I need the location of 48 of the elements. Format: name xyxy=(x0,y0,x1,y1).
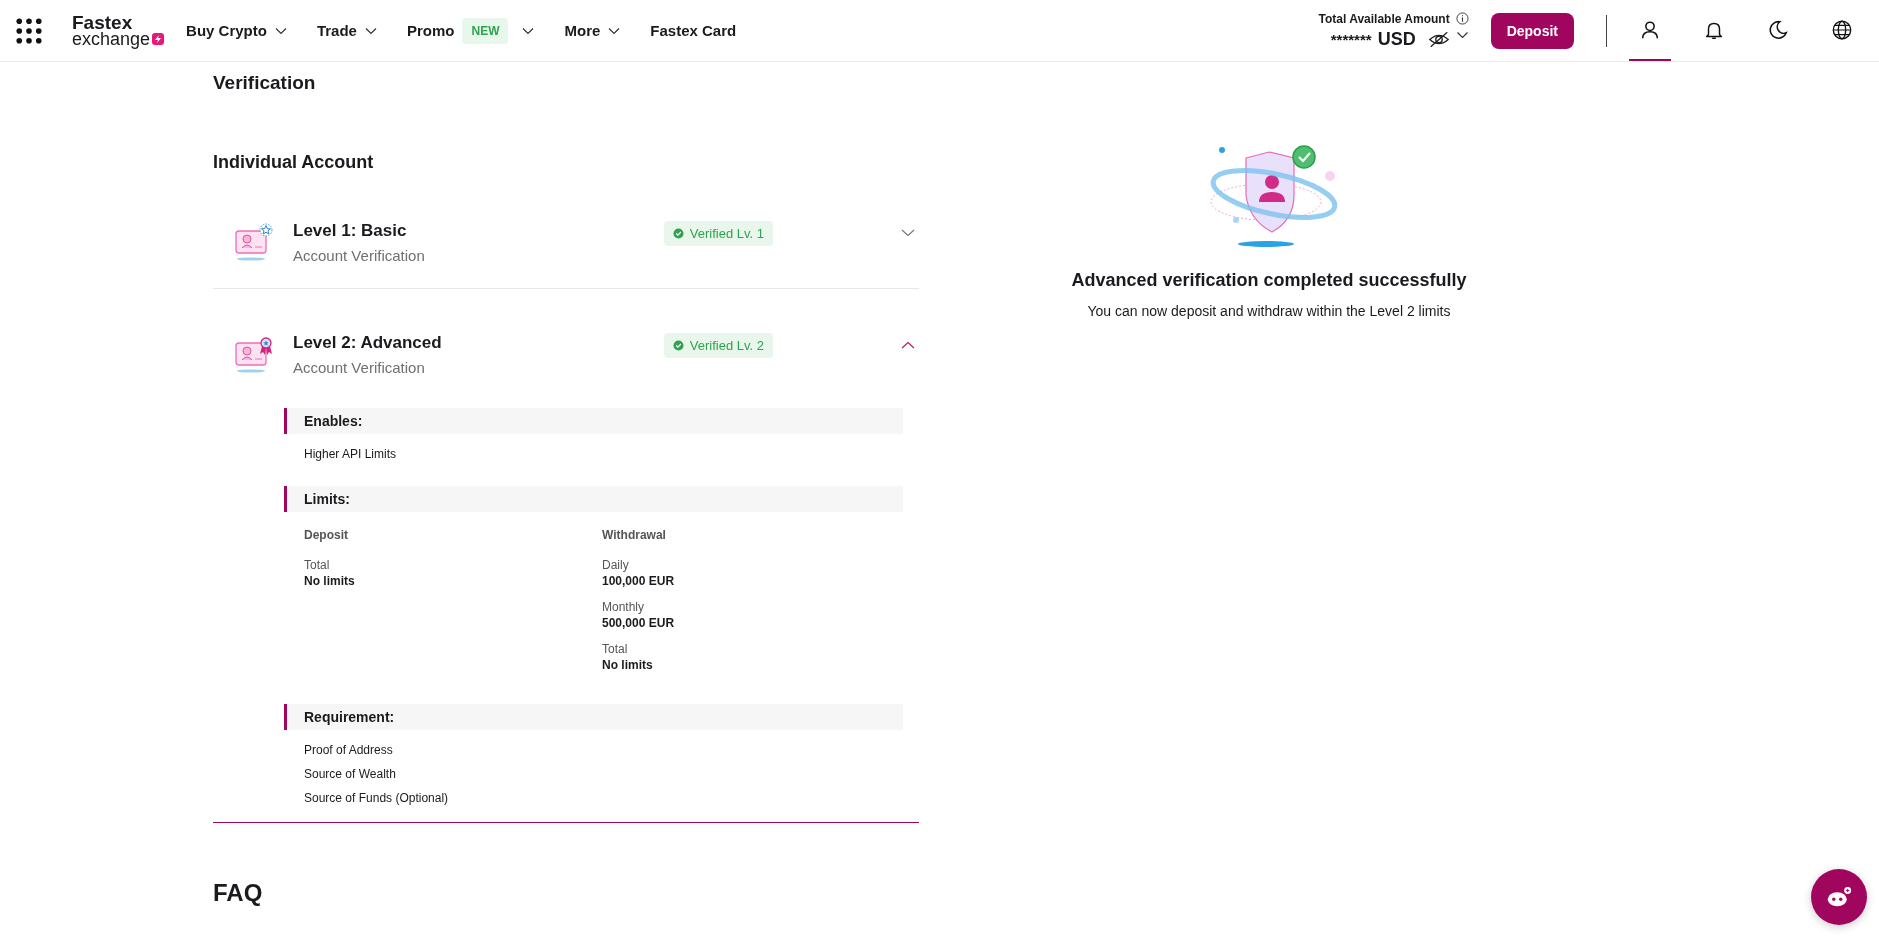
limit-label: Monthly xyxy=(602,600,646,614)
detail-item: Source of Wealth xyxy=(303,766,397,783)
limit-column-heading: Withdrawal xyxy=(602,528,667,542)
currency-label: USD xyxy=(1377,28,1416,50)
new-badge: NEW xyxy=(462,17,509,44)
eye-off-icon[interactable] xyxy=(1427,29,1450,49)
limit-value: No limits xyxy=(304,574,356,588)
nav-menu-item[interactable]: Trade xyxy=(316,22,377,39)
detail-section-header: Requirement: xyxy=(284,704,903,730)
chevron-down-icon[interactable] xyxy=(1455,31,1469,39)
level-title: Level 2: Advanced xyxy=(293,333,443,353)
balance-label: Total Available Amount xyxy=(1318,11,1450,26)
info-icon xyxy=(1455,12,1469,25)
page-title: Verification xyxy=(213,72,317,94)
detail-section-header: Limits: xyxy=(284,486,903,512)
faq-title: FAQ xyxy=(213,879,264,907)
detail-section-header: Enables: xyxy=(284,408,903,434)
apps-grid-icon[interactable] xyxy=(16,17,42,44)
moon-icon[interactable] xyxy=(1767,18,1789,41)
success-message: You can now deposit and withdraw within the Level 2 limits xyxy=(1087,303,1451,319)
globe-icon[interactable] xyxy=(1831,18,1853,41)
nav-menu-item[interactable]: Promo NEW xyxy=(406,17,535,44)
chevron-up-icon[interactable] xyxy=(901,341,915,349)
detail-item: Source of Funds (Optional) xyxy=(303,790,450,807)
nav-menu-item[interactable]: More xyxy=(564,22,621,39)
limit-label: Total xyxy=(304,558,331,572)
robot-face-icon xyxy=(1826,885,1852,909)
nav-menu-item[interactable]: Fastex Card xyxy=(650,22,737,39)
limit-label: Daily xyxy=(602,558,630,572)
level-subtitle: Account Verification xyxy=(293,359,426,376)
detail-item: Higher API Limits xyxy=(303,446,398,463)
hidden-balance: ******* xyxy=(1330,30,1372,48)
nav-menu-item[interactable]: Buy Crypto xyxy=(186,22,287,39)
deposit-button[interactable]: Deposit xyxy=(1490,12,1574,49)
level-title: Level 1: Basic xyxy=(293,221,408,241)
support-chat-button[interactable] xyxy=(1811,869,1867,925)
limit-column-heading: Deposit xyxy=(304,528,349,542)
limit-value: 500,000 EUR xyxy=(602,616,676,630)
success-title: Advanced verification completed successfully xyxy=(1071,270,1467,291)
logo[interactable]: Fastex exchange xyxy=(72,13,165,48)
verified-badge: Verified Lv. 1 xyxy=(663,221,773,246)
detail-item: Proof of Address xyxy=(303,742,394,759)
limit-value: No limits xyxy=(602,658,654,672)
limit-value: 100,000 EUR xyxy=(602,574,676,588)
verified-badge: Verified Lv. 2 xyxy=(663,333,773,358)
limit-label: Total xyxy=(602,642,629,656)
level-subtitle: Account Verification xyxy=(293,247,426,264)
section-title: Individual Account xyxy=(213,152,375,173)
